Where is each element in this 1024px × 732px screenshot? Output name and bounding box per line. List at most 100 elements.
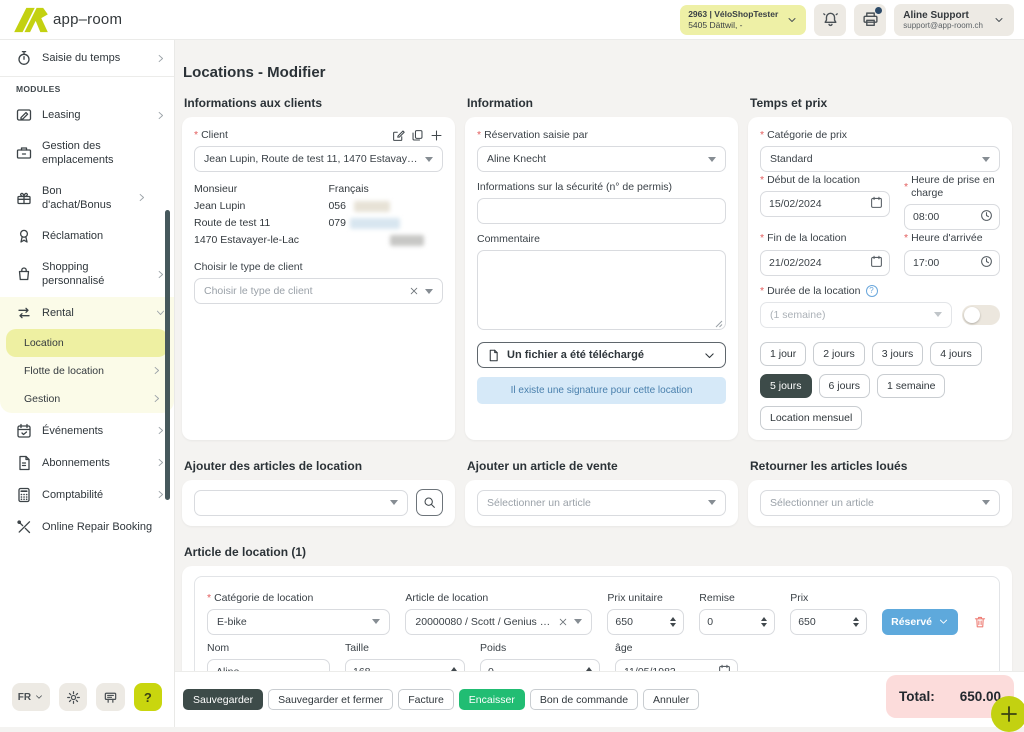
print-button[interactable] <box>854 4 886 36</box>
shop-selector[interactable]: 2963 | VéloShopTester 5405 Dättwil, - <box>680 5 806 35</box>
stepper-arrows[interactable] <box>761 617 767 627</box>
client-phone2: 079 <box>328 217 346 229</box>
stepper-arrows[interactable] <box>670 617 676 627</box>
end-date-input[interactable] <box>760 250 890 276</box>
resize-grip-icon[interactable] <box>715 320 723 328</box>
arrival-time-input[interactable] <box>904 250 1000 276</box>
edit-client-icon[interactable] <box>392 129 405 142</box>
duration-button-4-jours[interactable]: 4 jours <box>930 342 982 366</box>
sidebar-item-shopping-personnalise[interactable]: Shopping personnalisé <box>0 252 174 297</box>
sidebar-item-label: Abonnements <box>42 456 145 470</box>
duration-button-6-jours[interactable]: 6 jours <box>819 374 871 398</box>
duration-button-5-jours[interactable]: 5 jours <box>760 374 812 398</box>
chevron-right-icon <box>151 365 162 376</box>
redacted-phone-2 <box>350 218 400 229</box>
client-name: Jean Lupin <box>194 198 328 215</box>
user-email: support@app-room.ch <box>903 21 983 30</box>
cancel-button[interactable]: Annuler <box>643 689 699 710</box>
client-type-select[interactable]: Choisir le type de client <box>194 278 443 304</box>
rental-category-select[interactable]: E-bike <box>207 609 390 635</box>
delete-article-button[interactable] <box>973 609 987 635</box>
toggle-knob <box>964 307 980 323</box>
sidebar-item-bon-achat-bonus[interactable]: Bon d'achat/Bonus <box>0 176 174 221</box>
help-tooltip-icon[interactable]: ? <box>866 285 878 297</box>
duration-select[interactable]: (1 semaine) <box>760 302 952 328</box>
clear-icon[interactable] <box>558 617 568 627</box>
sidebar-item-comptabilite[interactable]: Comptabilité <box>0 479 174 511</box>
add-rental-select[interactable] <box>194 490 408 516</box>
sidebar-item-gestion-emplacements[interactable]: Gestion des emplacements <box>0 131 174 176</box>
top-header: app–room 2963 | VéloShopTester 5405 Dätt… <box>0 0 1024 40</box>
duration-toggle[interactable] <box>962 305 1000 325</box>
user-menu[interactable]: Aline Support support@app-room.ch <box>894 4 1014 36</box>
language-selector[interactable]: FR <box>12 683 50 711</box>
sidebar-item-online-repair-booking[interactable]: Online Repair Booking <box>0 511 174 543</box>
start-date-input[interactable] <box>760 191 890 217</box>
rental-article-label: Article de location <box>405 592 488 605</box>
add-rental-card <box>182 480 455 526</box>
reserved-by-select[interactable]: Aline Knecht <box>477 146 726 172</box>
save-button[interactable]: Sauvegarder <box>183 689 263 710</box>
user-name: Aline Support <box>903 10 983 21</box>
signboard-icon <box>103 690 118 705</box>
dropdown-caret-icon <box>934 312 942 317</box>
security-info-label: Informations sur la sécurité (n° de perm… <box>477 181 672 194</box>
comment-textarea[interactable] <box>477 250 726 330</box>
discount-input[interactable] <box>707 616 761 628</box>
sidebar-scrollbar[interactable] <box>165 210 170 500</box>
add-sale-select[interactable]: Sélectionner un article <box>477 490 726 516</box>
add-client-icon[interactable] <box>430 129 443 142</box>
feedback-button[interactable] <box>96 683 124 711</box>
comment-label: Commentaire <box>477 233 540 246</box>
stepper-arrows[interactable] <box>853 617 859 627</box>
client-city: 1470 Estavayer-le-Lac <box>194 232 328 249</box>
price-input[interactable] <box>798 616 853 628</box>
rental-article-value: 20000080 / Scott / Genius ST 910 S... <box>415 616 552 628</box>
total-label: Total: <box>899 689 935 704</box>
clear-icon[interactable] <box>409 286 419 296</box>
sidebar-item-rental[interactable]: Rental <box>0 297 174 329</box>
duration-quick-buttons: 1 jour 2 jours 3 jours 4 jours 5 jours 6… <box>760 342 1000 430</box>
client-phone1: 056 <box>328 200 346 212</box>
time-price-section-title: Temps et prix <box>750 96 1012 110</box>
app-logo-text: app–room <box>53 11 122 28</box>
invoice-button[interactable]: Facture <box>398 689 454 710</box>
duration-button-1-semaine[interactable]: 1 semaine <box>877 374 945 398</box>
reserved-status-button[interactable]: Réservé <box>882 609 958 635</box>
save-and-close-button[interactable]: Sauvegarder et fermer <box>268 689 393 710</box>
purchase-order-button[interactable]: Bon de commande <box>530 689 638 710</box>
sidebar-item-saisie-du-temps[interactable]: Saisie du temps <box>0 42 174 74</box>
gear-icon <box>66 690 81 705</box>
dropdown-caret-icon <box>390 500 398 505</box>
return-articles-select[interactable]: Sélectionner un article <box>760 490 1000 516</box>
duration-button-1-jour[interactable]: 1 jour <box>760 342 806 366</box>
help-button[interactable]: ? <box>134 683 162 711</box>
price-category-select[interactable]: Standard <box>760 146 1000 172</box>
rental-article-select[interactable]: 20000080 / Scott / Genius ST 910 S... <box>405 609 592 635</box>
duration-button-3-jours[interactable]: 3 jours <box>872 342 924 366</box>
security-info-input[interactable] <box>477 198 726 224</box>
sidebar-item-leasing[interactable]: Leasing <box>0 99 174 131</box>
price-category-value: Standard <box>770 153 976 165</box>
sidebar-subitem-gestion[interactable]: Gestion <box>0 385 174 413</box>
sidebar-item-reclamation[interactable]: Réclamation <box>0 220 174 252</box>
notifications-button[interactable] <box>814 4 846 36</box>
sidebar-item-evenements[interactable]: Événements <box>0 415 174 447</box>
sidebar-subitem-flotte-de-location[interactable]: Flotte de location <box>0 357 174 385</box>
sidebar-subitem-location[interactable]: Location <box>6 329 168 357</box>
sidebar-item-abonnements[interactable]: Abonnements <box>0 447 174 479</box>
uploaded-file-expander[interactable]: Un fichier a été téléchargé <box>477 342 726 368</box>
copy-client-icon[interactable] <box>411 129 424 142</box>
unit-price-input[interactable] <box>615 616 670 628</box>
reserved-by-value: Aline Knecht <box>487 153 702 165</box>
sidebar-item-label: Rental <box>42 306 145 320</box>
search-article-button[interactable] <box>416 489 443 516</box>
duration-button-location-mensuel[interactable]: Location mensuel <box>760 406 862 430</box>
settings-button[interactable] <box>59 683 87 711</box>
add-sale-section-title: Ajouter un article de vente <box>467 459 738 473</box>
checkout-button[interactable]: Encaisser <box>459 689 525 710</box>
pickup-time-input[interactable] <box>904 204 1000 230</box>
dropdown-caret-icon <box>982 157 990 162</box>
client-select[interactable]: Jean Lupin, Route de test 11, 1470 Estav… <box>194 146 443 172</box>
duration-button-2-jours[interactable]: 2 jours <box>813 342 865 366</box>
